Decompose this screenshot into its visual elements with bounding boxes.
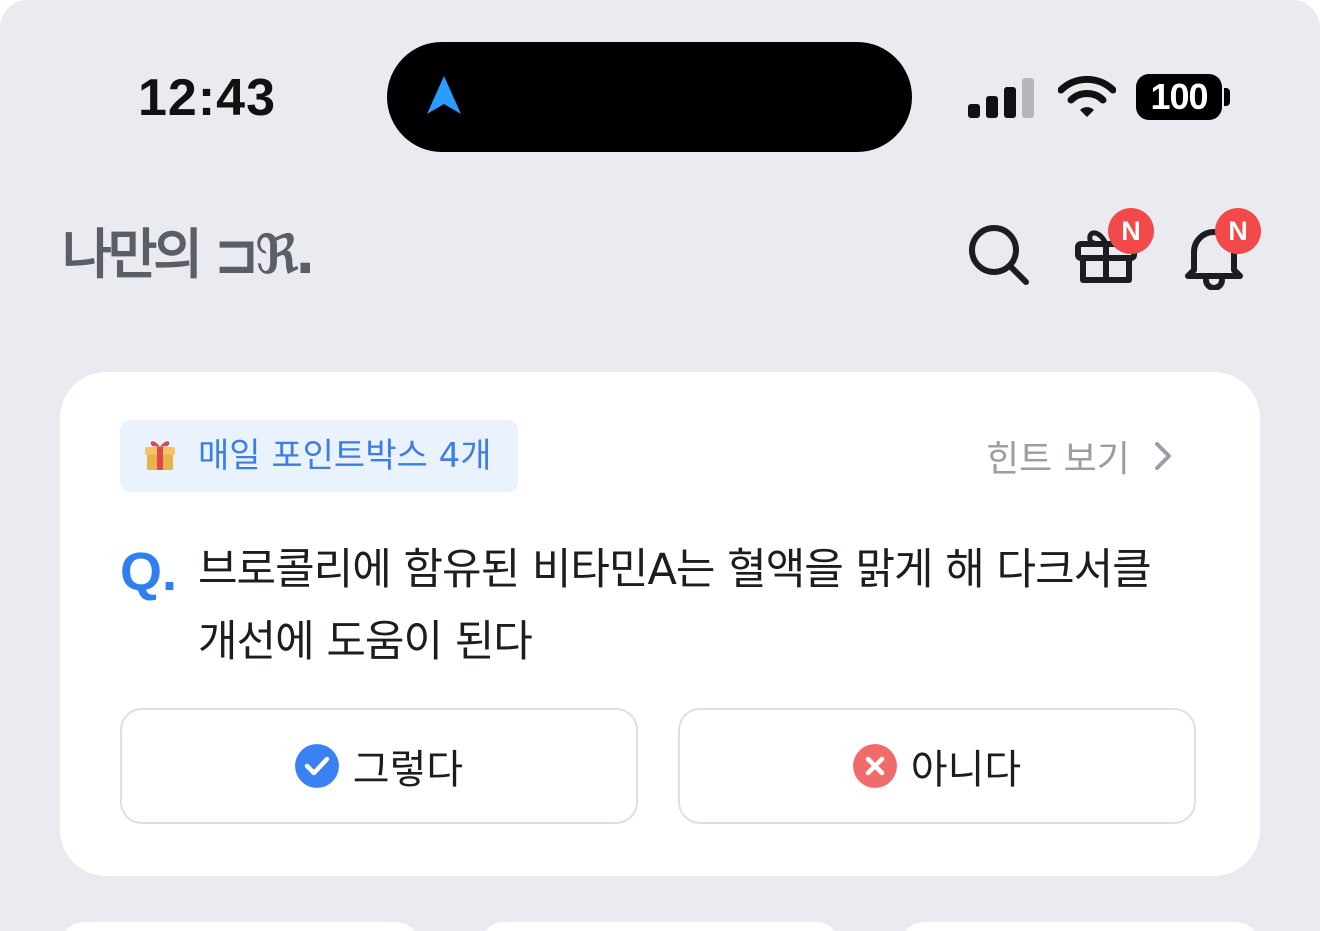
battery-indicator: 100 [1136,74,1222,120]
cellular-signal-icon [968,78,1034,118]
next-card-right[interactable] [900,922,1260,931]
gift-notification-badge: N [1108,208,1154,254]
answer-yes-button[interactable]: 그렇다 [120,708,638,824]
gift-box-icon [145,441,175,470]
navigation-arrow-icon [427,76,461,114]
answer-no-label: 아니다 [910,747,1022,793]
answer-yes-label: 그렇다 [352,747,464,793]
check-circle-icon [294,744,339,788]
bell-notification-badge: N [1215,208,1261,254]
answer-no-button[interactable]: 아니다 [678,708,1196,824]
x-circle-icon [852,744,897,788]
next-card-left[interactable] [60,922,420,931]
quiz-card: 매일 포인트박스 4개 힌트 보기 Q. 브로콜리에 함유된 비타민A는 혈액을… [60,372,1260,876]
status-time: 12:43 [138,69,276,127]
hint-label: 힌트 보기 [986,439,1130,480]
battery-tip [1224,88,1230,106]
chevron-right-icon [1154,442,1171,470]
app-logo[interactable]: 나만의 ⊐ℜ. [62,222,316,288]
search-icon [969,225,1029,285]
dynamic-island [387,42,912,152]
question-text: 브로콜리에 함유된 비타민A는 혈액을 맑게 해 다크서클 개선에 도움이 된다 [198,545,1152,667]
question-marker: Q. [120,542,178,602]
wifi-icon [1058,75,1116,117]
search-button[interactable] [962,218,1034,290]
next-card-center[interactable] [480,922,840,931]
daily-points-chip[interactable]: 매일 포인트박스 4개 [120,420,518,492]
app-screen: 12:43 100 나만의 ⊐ℜ. N N 매일 포인트박스 4개 힌트 보기 … [0,0,1320,931]
hint-link[interactable]: 힌트 보기 [986,428,1174,484]
daily-points-label: 매일 포인트박스 4개 [198,436,492,476]
